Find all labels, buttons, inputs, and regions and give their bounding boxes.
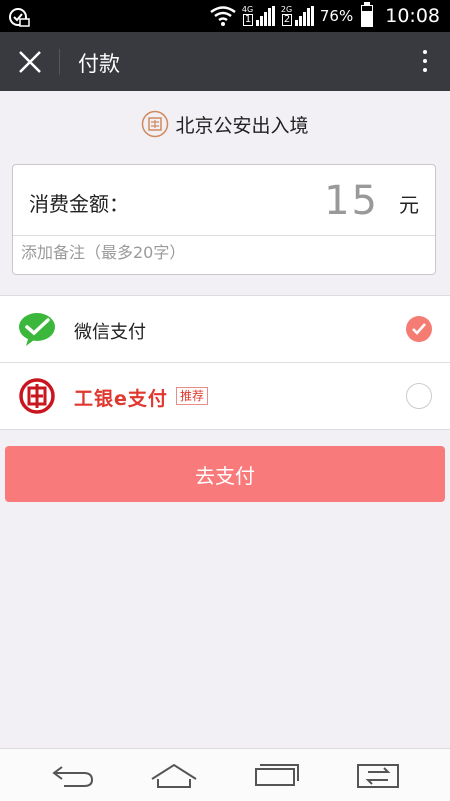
app-bar: 付款 — [0, 32, 450, 91]
sim2-label: 2 — [281, 14, 293, 26]
notification-icon — [9, 8, 30, 27]
unselected-radio[interactable] — [406, 383, 432, 409]
merchant-header: 北京公安出入境 — [0, 110, 450, 144]
icbc-icon — [19, 378, 55, 414]
wechat-pay-icon — [19, 313, 55, 346]
status-bar: 4G 1 2G 2 76% 10:08 — [0, 0, 450, 32]
amount-unit: 元 — [399, 193, 419, 217]
payment-option-icbc[interactable]: 工银e支付 推荐 — [0, 362, 450, 429]
switch-apps-icon[interactable] — [354, 759, 402, 791]
close-icon[interactable] — [16, 48, 44, 76]
payment-option-label: 微信支付 — [74, 322, 146, 343]
network-4g-label: 4G — [241, 5, 254, 14]
merchant-name: 北京公安出入境 — [175, 114, 309, 137]
amount-label: 消费金额： — [29, 192, 129, 216]
pay-button[interactable]: 去支付 — [5, 446, 445, 502]
amount-value[interactable]: 15 — [324, 178, 379, 224]
card-divider — [13, 235, 435, 236]
recent-apps-icon[interactable] — [252, 759, 300, 791]
recommend-badge: 推荐 — [176, 387, 209, 405]
merchant-logo-icon — [142, 110, 169, 138]
network-2g-label: 2G — [280, 5, 293, 14]
battery-icon — [361, 2, 374, 27]
system-nav-bar — [0, 748, 450, 801]
signal-sim2-icon: 2G 2 — [280, 5, 314, 26]
sim1-label: 1 — [242, 14, 254, 26]
app-bar-divider — [59, 49, 60, 75]
back-icon[interactable] — [50, 759, 98, 791]
payment-method-list: 微信支付 工银e支付 推荐 — [0, 295, 450, 430]
selected-check-icon[interactable] — [406, 316, 432, 342]
more-options-icon[interactable] — [420, 46, 430, 78]
payment-option-label: 工银e支付 — [74, 388, 168, 410]
battery-percent: 76% — [319, 7, 354, 25]
signal-sim1-icon: 4G 1 — [241, 5, 275, 26]
payment-option-wechat[interactable]: 微信支付 — [0, 296, 450, 362]
amount-card: 消费金额： 15 元 — [12, 164, 436, 275]
wifi-icon — [210, 6, 236, 26]
note-input[interactable] — [21, 241, 421, 264]
clock: 10:08 — [385, 5, 440, 27]
home-icon[interactable] — [150, 759, 198, 791]
page-title: 付款 — [78, 52, 120, 76]
